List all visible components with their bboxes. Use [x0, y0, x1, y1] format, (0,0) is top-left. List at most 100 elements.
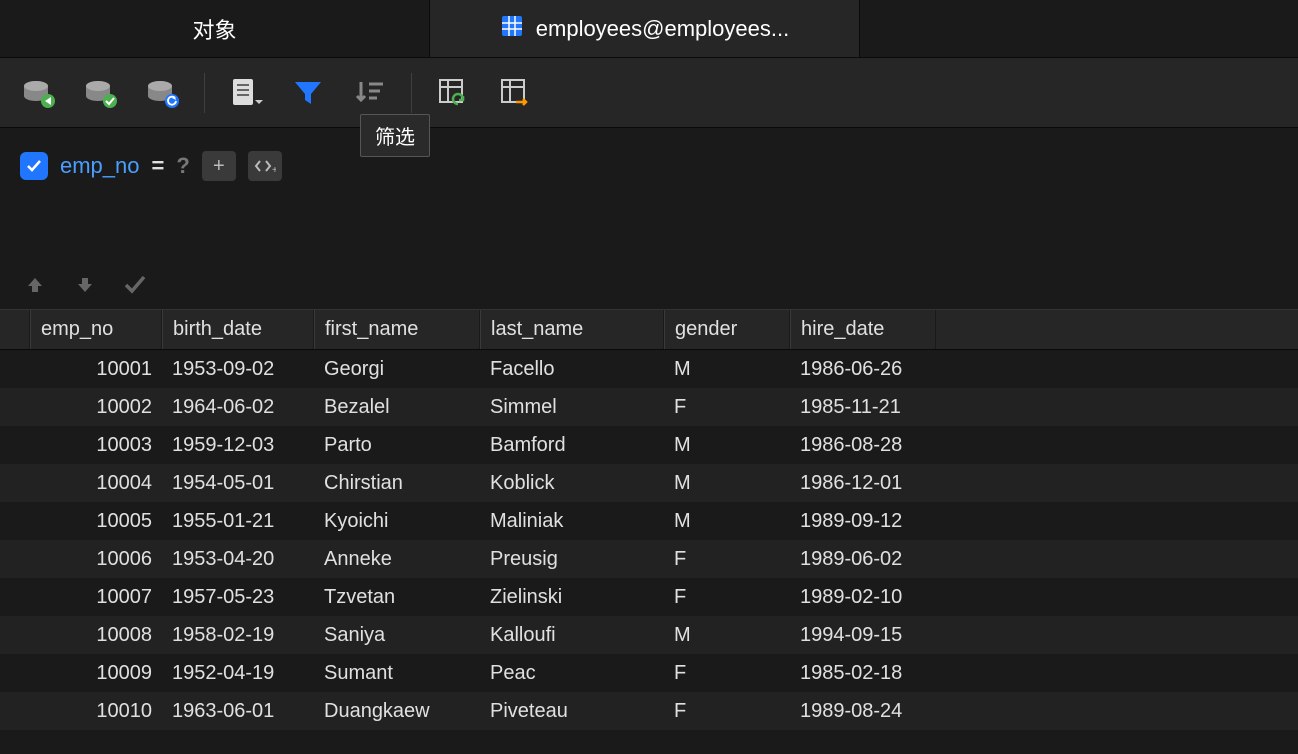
cell-emp_no[interactable]: 10004: [30, 472, 162, 495]
table-row[interactable]: 100011953-09-02GeorgiFacelloM1986-06-26: [0, 350, 1298, 388]
cell-first_name[interactable]: Sumant: [314, 662, 480, 685]
cell-last_name[interactable]: Bamford: [480, 434, 664, 457]
table-row[interactable]: 100101963-06-01DuangkaewPiveteauF1989-08…: [0, 692, 1298, 730]
cell-emp_no[interactable]: 10003: [30, 434, 162, 457]
cell-gender[interactable]: M: [664, 624, 790, 647]
column-header-gender[interactable]: gender: [664, 310, 790, 349]
table-row[interactable]: 100061953-04-20AnnekePreusigF1989-06-02: [0, 540, 1298, 578]
commit-button[interactable]: [72, 68, 130, 118]
cell-emp_no[interactable]: 10009: [30, 662, 162, 685]
import-button[interactable]: [424, 68, 482, 118]
cell-first_name[interactable]: Georgi: [314, 358, 480, 381]
tab-employees[interactable]: employees@employees...: [430, 0, 860, 57]
rollback-button[interactable]: [134, 68, 192, 118]
cell-birth_date[interactable]: 1953-04-20: [162, 548, 314, 571]
cell-first_name[interactable]: Chirstian: [314, 472, 480, 495]
cell-birth_date[interactable]: 1955-01-21: [162, 510, 314, 533]
column-header-last_name[interactable]: last_name: [480, 310, 664, 349]
filter-value-placeholder[interactable]: ?: [176, 153, 189, 179]
filter-enabled-checkbox[interactable]: [20, 152, 48, 180]
cell-gender[interactable]: M: [664, 472, 790, 495]
sort-button[interactable]: [341, 68, 399, 118]
table-row[interactable]: 100021964-06-02BezalelSimmelF1985-11-21: [0, 388, 1298, 426]
table-header: emp_no birth_date first_name last_name g…: [0, 310, 1298, 350]
cell-last_name[interactable]: Koblick: [480, 472, 664, 495]
cell-emp_no[interactable]: 10008: [30, 624, 162, 647]
text-mode-button[interactable]: [217, 68, 275, 118]
cell-hire_date[interactable]: 1989-09-12: [790, 510, 936, 533]
cell-first_name[interactable]: Tzvetan: [314, 586, 480, 609]
table-row[interactable]: 100081958-02-19SaniyaKalloufiM1994-09-15: [0, 616, 1298, 654]
cell-birth_date[interactable]: 1952-04-19: [162, 662, 314, 685]
cell-last_name[interactable]: Piveteau: [480, 700, 664, 723]
cell-emp_no[interactable]: 10002: [30, 396, 162, 419]
cell-first_name[interactable]: Saniya: [314, 624, 480, 647]
table-row[interactable]: 100051955-01-21KyoichiMaliniakM1989-09-1…: [0, 502, 1298, 540]
cell-emp_no[interactable]: 10006: [30, 548, 162, 571]
cell-first_name[interactable]: Anneke: [314, 548, 480, 571]
column-header-emp_no[interactable]: emp_no: [30, 310, 162, 349]
cell-first_name[interactable]: Duangkaew: [314, 700, 480, 723]
export-button[interactable]: [486, 68, 544, 118]
cell-emp_no[interactable]: 10010: [30, 700, 162, 723]
cell-last_name[interactable]: Kalloufi: [480, 624, 664, 647]
cell-last_name[interactable]: Facello: [480, 358, 664, 381]
execute-button[interactable]: [10, 68, 68, 118]
cell-gender[interactable]: M: [664, 510, 790, 533]
cell-last_name[interactable]: Zielinski: [480, 586, 664, 609]
tab-bar: 对象 employees@employees...: [0, 0, 1298, 58]
filter-button[interactable]: [279, 68, 337, 118]
filter-column-name[interactable]: emp_no: [60, 153, 140, 179]
cell-birth_date[interactable]: 1958-02-19: [162, 624, 314, 647]
cell-emp_no[interactable]: 10005: [30, 510, 162, 533]
tab-objects[interactable]: 对象: [0, 0, 430, 57]
cell-birth_date[interactable]: 1963-06-01: [162, 700, 314, 723]
separator: [204, 73, 205, 113]
add-filter-button[interactable]: +: [202, 151, 236, 181]
apply-button[interactable]: [120, 270, 150, 300]
table-row[interactable]: 100031959-12-03PartoBamfordM1986-08-28: [0, 426, 1298, 464]
cell-hire_date[interactable]: 1989-08-24: [790, 700, 936, 723]
cell-last_name[interactable]: Preusig: [480, 548, 664, 571]
cell-last_name[interactable]: Simmel: [480, 396, 664, 419]
cell-hire_date[interactable]: 1989-02-10: [790, 586, 936, 609]
column-header-birth_date[interactable]: birth_date: [162, 310, 314, 349]
cell-first_name[interactable]: Bezalel: [314, 396, 480, 419]
filter-operator[interactable]: =: [152, 153, 165, 179]
cell-gender[interactable]: F: [664, 396, 790, 419]
table-row[interactable]: 100091952-04-19SumantPeacF1985-02-18: [0, 654, 1298, 692]
cell-birth_date[interactable]: 1959-12-03: [162, 434, 314, 457]
cell-birth_date[interactable]: 1957-05-23: [162, 586, 314, 609]
cell-birth_date[interactable]: 1954-05-01: [162, 472, 314, 495]
cell-gender[interactable]: F: [664, 700, 790, 723]
column-header-first_name[interactable]: first_name: [314, 310, 480, 349]
tab-label: employees@employees...: [536, 16, 789, 42]
cell-emp_no[interactable]: 10001: [30, 358, 162, 381]
cell-hire_date[interactable]: 1985-02-18: [790, 662, 936, 685]
table-row[interactable]: 100041954-05-01ChirstianKoblickM1986-12-…: [0, 464, 1298, 502]
cell-birth_date[interactable]: 1953-09-02: [162, 358, 314, 381]
cell-last_name[interactable]: Peac: [480, 662, 664, 685]
cell-gender[interactable]: F: [664, 548, 790, 571]
move-down-button[interactable]: [70, 270, 100, 300]
cell-birth_date[interactable]: 1964-06-02: [162, 396, 314, 419]
cell-hire_date[interactable]: 1994-09-15: [790, 624, 936, 647]
cell-gender[interactable]: F: [664, 586, 790, 609]
cell-hire_date[interactable]: 1985-11-21: [790, 396, 936, 419]
column-header-hire_date[interactable]: hire_date: [790, 310, 936, 349]
move-up-button[interactable]: [20, 270, 50, 300]
cell-hire_date[interactable]: 1986-12-01: [790, 472, 936, 495]
cell-gender[interactable]: M: [664, 434, 790, 457]
cell-hire_date[interactable]: 1989-06-02: [790, 548, 936, 571]
cell-gender[interactable]: M: [664, 358, 790, 381]
spacer: [0, 204, 1298, 260]
cell-hire_date[interactable]: 1986-06-26: [790, 358, 936, 381]
add-code-filter-button[interactable]: +: [248, 151, 282, 181]
cell-first_name[interactable]: Parto: [314, 434, 480, 457]
cell-last_name[interactable]: Maliniak: [480, 510, 664, 533]
cell-emp_no[interactable]: 10007: [30, 586, 162, 609]
cell-gender[interactable]: F: [664, 662, 790, 685]
cell-hire_date[interactable]: 1986-08-28: [790, 434, 936, 457]
cell-first_name[interactable]: Kyoichi: [314, 510, 480, 533]
table-row[interactable]: 100071957-05-23TzvetanZielinskiF1989-02-…: [0, 578, 1298, 616]
